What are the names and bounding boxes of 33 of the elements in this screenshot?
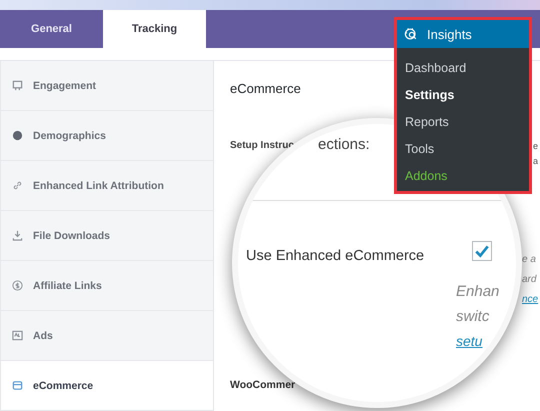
tab[interactable]: Tracking xyxy=(103,10,206,48)
sidebar-item[interactable]: File Downloads xyxy=(0,211,213,261)
checkbox[interactable] xyxy=(472,241,492,261)
setup-label: Setup Instruc xyxy=(230,140,294,151)
menu-item[interactable]: Settings xyxy=(405,87,529,114)
menu-item[interactable]: Dashboard xyxy=(405,60,529,87)
sidebar-item[interactable]: Enhanced Link Attribution xyxy=(0,161,213,211)
menu-item[interactable]: Tools xyxy=(405,141,529,168)
setup-link[interactable]: setu xyxy=(456,329,500,354)
option-label: Use Enhanced eCommerce xyxy=(246,248,424,264)
text-fragment: a xyxy=(533,155,538,168)
menu-header[interactable]: Insights xyxy=(397,20,529,48)
text-fragment: e xyxy=(533,140,538,153)
dollar-icon xyxy=(12,280,23,291)
sidebar-item[interactable]: Engagement xyxy=(0,61,213,111)
text-fragment: e a xyxy=(522,253,537,267)
menu-item[interactable]: Addons xyxy=(405,168,529,195)
sidebar-item[interactable]: eCommerce xyxy=(0,361,213,411)
description-text: Enhan xyxy=(456,282,500,302)
easel-icon xyxy=(12,80,23,91)
sidebar-item[interactable]: Demographics xyxy=(0,111,213,161)
menu-item[interactable]: Reports xyxy=(405,114,529,141)
link[interactable]: nce xyxy=(522,290,538,310)
card-icon xyxy=(12,380,23,391)
ad-icon xyxy=(12,330,23,341)
description-text: switc xyxy=(456,307,490,327)
gear-magnifier-icon xyxy=(403,26,419,42)
download-icon xyxy=(12,230,23,241)
text-fragment: ard xyxy=(522,273,538,287)
woocommerce-label: WooCommer xyxy=(230,379,296,391)
link-icon xyxy=(12,180,23,191)
magnified-heading: ections: xyxy=(318,136,370,153)
sidebar-item[interactable]: Affiliate Links xyxy=(0,261,213,311)
